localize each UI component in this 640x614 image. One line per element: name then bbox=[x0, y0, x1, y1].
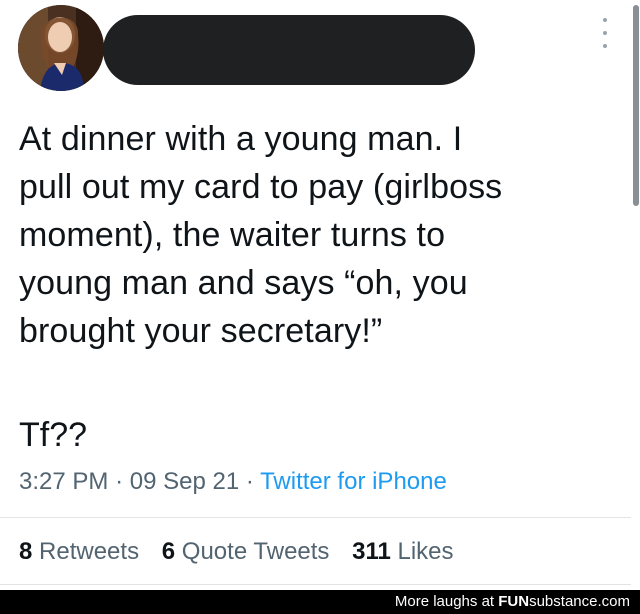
watermark-brand-rest: substance bbox=[529, 593, 598, 610]
watermark-brand-bold: FUN bbox=[498, 593, 530, 610]
tweet-stats: 8 Retweets 6 Quote Tweets 311 Likes bbox=[19, 537, 470, 567]
dot bbox=[603, 31, 607, 35]
divider bbox=[0, 584, 631, 585]
retweets-stat[interactable]: 8 Retweets bbox=[19, 538, 139, 565]
watermark-text: More laughs at FUNsubstance.com bbox=[395, 593, 630, 611]
tweet-source-link[interactable]: Twitter for iPhone bbox=[260, 468, 447, 495]
watermark-bar: More laughs at FUNsubstance.com bbox=[0, 590, 640, 614]
quote-tweets-label: Quote Tweets bbox=[181, 538, 330, 565]
tweet-date[interactable]: 09 Sep 21 bbox=[130, 468, 239, 495]
more-options-icon[interactable] bbox=[598, 18, 612, 48]
retweets-count: 8 bbox=[19, 538, 33, 565]
watermark-brand-suffix: .com bbox=[597, 593, 630, 610]
quote-tweets-count: 6 bbox=[161, 538, 176, 565]
likes-count: 311 bbox=[352, 538, 391, 565]
tweet-meta: 3:27 PM · 09 Sep 21 · Twitter for iPhone bbox=[19, 467, 447, 497]
avatar-photo bbox=[18, 5, 104, 91]
tweet-time[interactable]: 3:27 PM bbox=[19, 468, 108, 495]
meta-separator: · bbox=[245, 468, 254, 495]
quote-tweets-stat[interactable]: 6 Quote Tweets bbox=[162, 538, 330, 565]
dot bbox=[603, 44, 607, 48]
tweet-text-tail: Tf?? bbox=[19, 416, 88, 454]
watermark-prefix: More laughs at bbox=[394, 593, 495, 610]
author-name-redaction bbox=[103, 15, 475, 85]
likes-label: Likes bbox=[397, 538, 454, 565]
scrollbar-thumb[interactable] bbox=[633, 5, 639, 206]
dot bbox=[603, 18, 607, 22]
retweets-label: Retweets bbox=[39, 538, 140, 565]
likes-stat[interactable]: 311 Likes bbox=[352, 538, 453, 565]
divider bbox=[0, 517, 631, 518]
tweet-text: At dinner with a young man. I pull out m… bbox=[19, 120, 503, 350]
meta-separator: · bbox=[115, 468, 124, 495]
avatar[interactable] bbox=[18, 5, 104, 91]
